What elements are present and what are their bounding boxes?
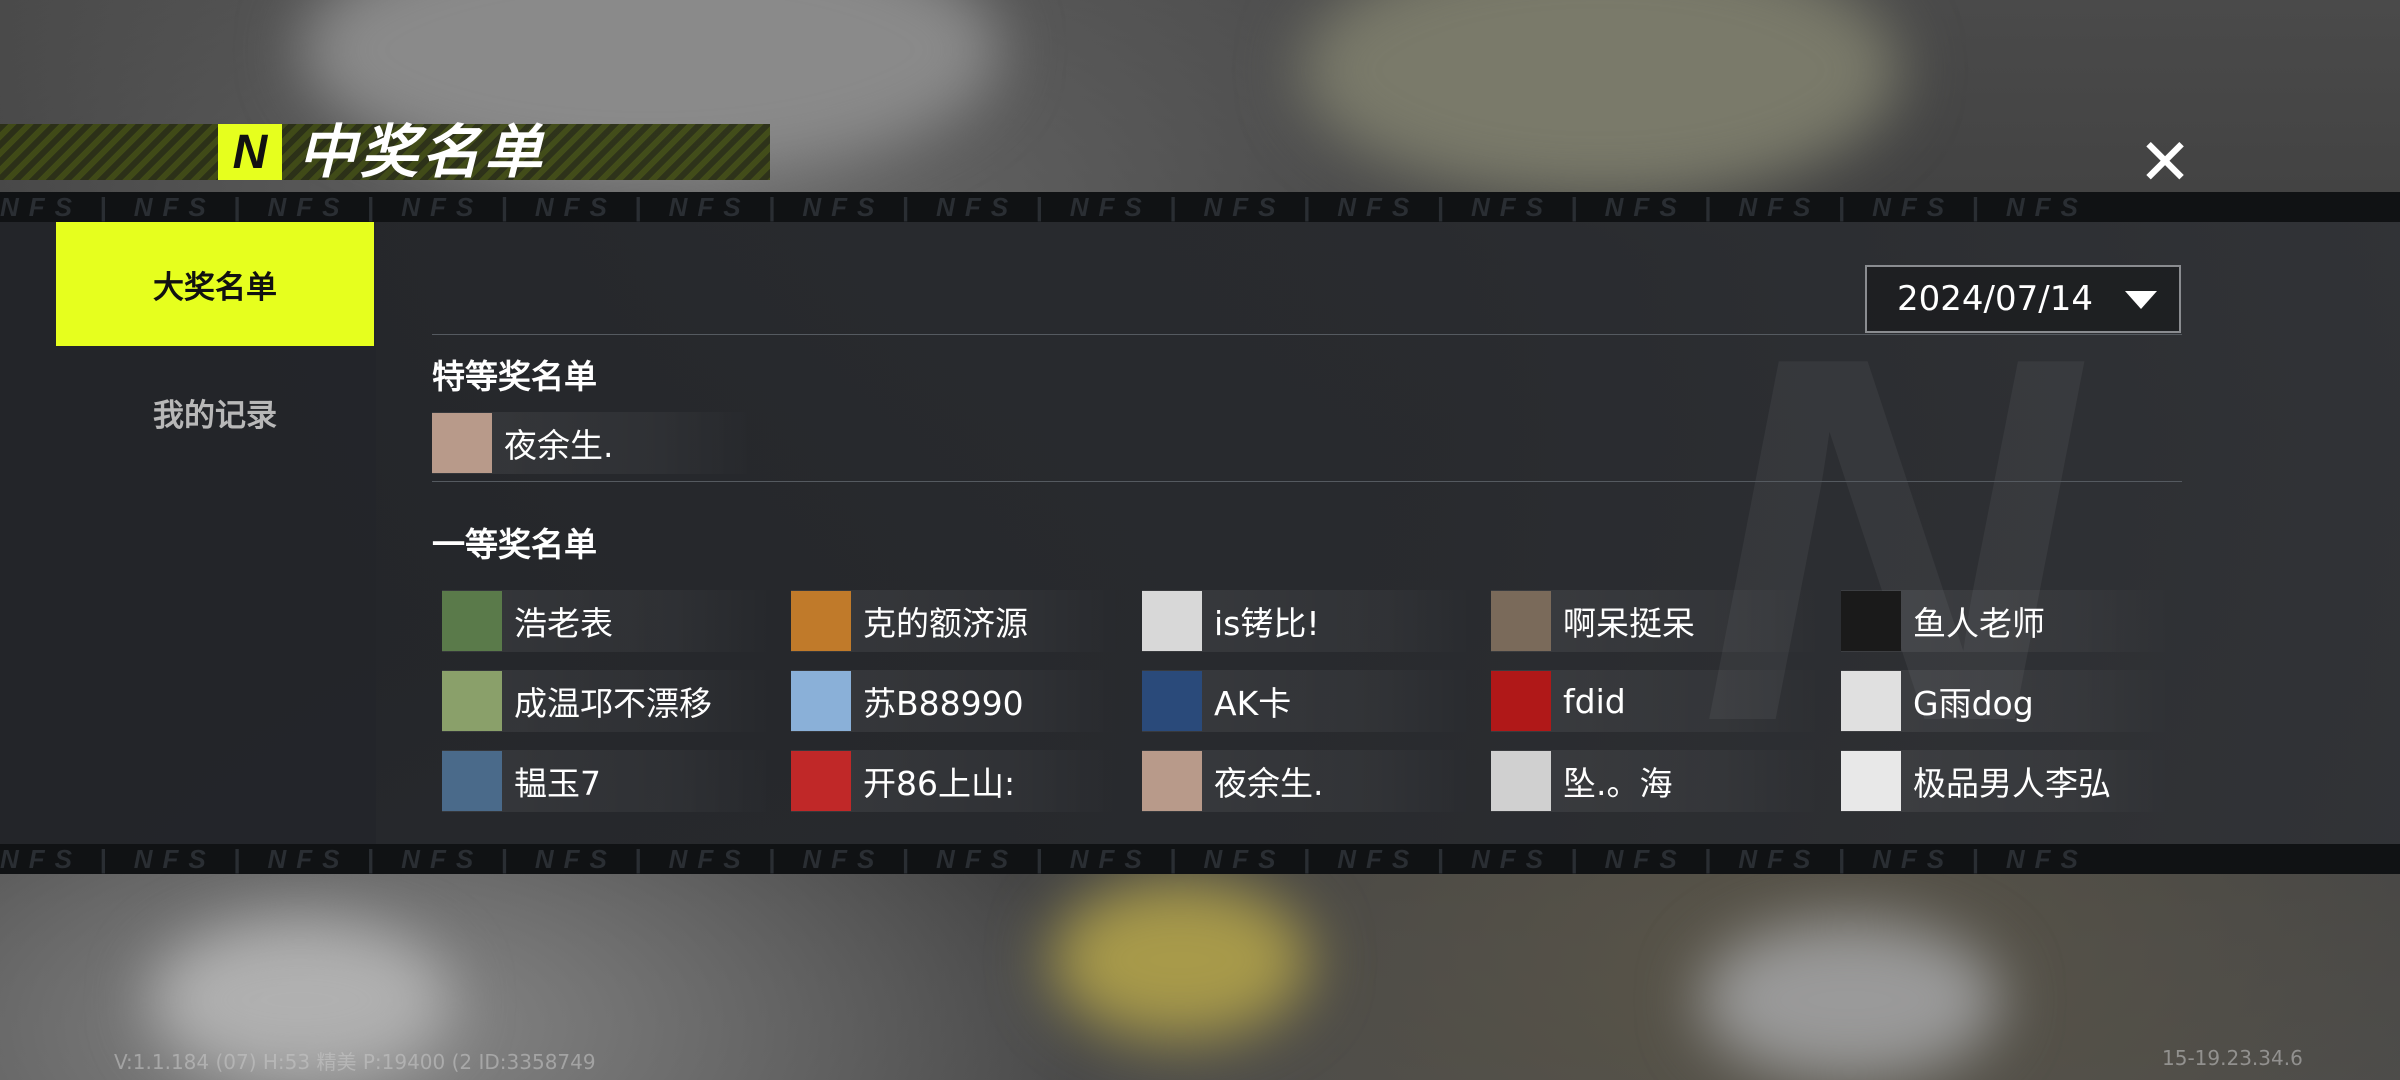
avatar (1841, 591, 1901, 651)
nfs-band-bottom: NFS | NFS | NFS | NFS | NFS | NFS | NFS … (0, 844, 2400, 874)
winner-name: 克的额济源 (863, 604, 1028, 643)
date-select[interactable]: 2024/07/14 (1865, 265, 2181, 333)
avatar (442, 751, 502, 811)
winner-name: 坠.。海 (1563, 764, 1673, 803)
winner-item: 成温邛不漂移 (442, 670, 772, 732)
winner-name: is铐比! (1214, 604, 1320, 643)
avatar (1491, 591, 1551, 651)
winner-item: 鱼人老师 (1841, 590, 2171, 652)
winner-name: 成温邛不漂移 (514, 684, 712, 723)
avatar (1491, 751, 1551, 811)
caret-down-icon (2125, 291, 2157, 309)
winner-name: 夜余生. (1214, 764, 1324, 803)
winner-item: G雨dog (1841, 670, 2171, 732)
avatar (791, 671, 851, 731)
avatar (791, 751, 851, 811)
winner-item: 克的额济源 (791, 590, 1121, 652)
winner-name: G雨dog (1913, 684, 2034, 723)
avatar (1142, 751, 1202, 811)
avatar (1841, 671, 1901, 731)
logo-icon: N (218, 124, 282, 180)
winner-name: fdid (1563, 681, 1626, 721)
close-icon[interactable]: ✕ (2130, 128, 2200, 198)
winner-name: 夜余生. (504, 426, 614, 465)
winner-item: 坠.。海 (1491, 750, 1821, 812)
winner-name: AK卡 (1214, 684, 1292, 723)
winner-item: 韫玉7 (442, 750, 772, 812)
winner-name: 鱼人老师 (1913, 604, 2045, 643)
divider (432, 334, 2182, 335)
winner-item: 夜余生. (1142, 750, 1472, 812)
build-info: 15-19.23.34.6 (2162, 1046, 2303, 1070)
avatar (432, 413, 492, 473)
date-value: 2024/07/14 (1897, 279, 2093, 319)
winner-name: 浩老表 (514, 604, 613, 643)
winner-name: 开86上山: (863, 764, 1016, 803)
avatar (442, 591, 502, 651)
winner-item: 啊呆挺呆 (1491, 590, 1821, 652)
avatar (1841, 751, 1901, 811)
sidebar-item-grand-prize[interactable]: 大奖名单 (56, 222, 374, 346)
winner-item: 极品男人李弘 (1841, 750, 2171, 812)
winner-item: 浩老表 (442, 590, 772, 652)
avatar (791, 591, 851, 651)
version-info: V:1.1.184 (07) H:53 精美 P:19400 (2 ID:335… (114, 1050, 596, 1074)
avatar (442, 671, 502, 731)
winner-name: 极品男人李弘 (1913, 764, 2111, 803)
winner-name: 韫玉7 (514, 764, 601, 803)
winner-item: is铐比! (1142, 590, 1472, 652)
sidebar-item-my-records[interactable]: 我的记录 (56, 350, 374, 474)
winner-item: AK卡 (1142, 670, 1472, 732)
page-title: 中奖名单 (298, 118, 547, 186)
winner-item: 苏B88990 (791, 670, 1121, 732)
first-prize-title: 一等奖名单 (432, 525, 597, 564)
avatar (1491, 671, 1551, 731)
avatar (1142, 671, 1202, 731)
special-winner: 夜余生. (432, 412, 752, 474)
divider (432, 481, 2182, 482)
winner-name: 啊呆挺呆 (1563, 604, 1695, 643)
special-prize-title: 特等奖名单 (432, 357, 597, 396)
winner-name: 苏B88990 (863, 684, 1024, 723)
winner-item: 开86上山: (791, 750, 1121, 812)
avatar (1142, 591, 1202, 651)
winner-item: fdid (1491, 670, 1821, 732)
nfs-band-top: NFS | NFS | NFS | NFS | NFS | NFS | NFS … (0, 192, 2400, 222)
